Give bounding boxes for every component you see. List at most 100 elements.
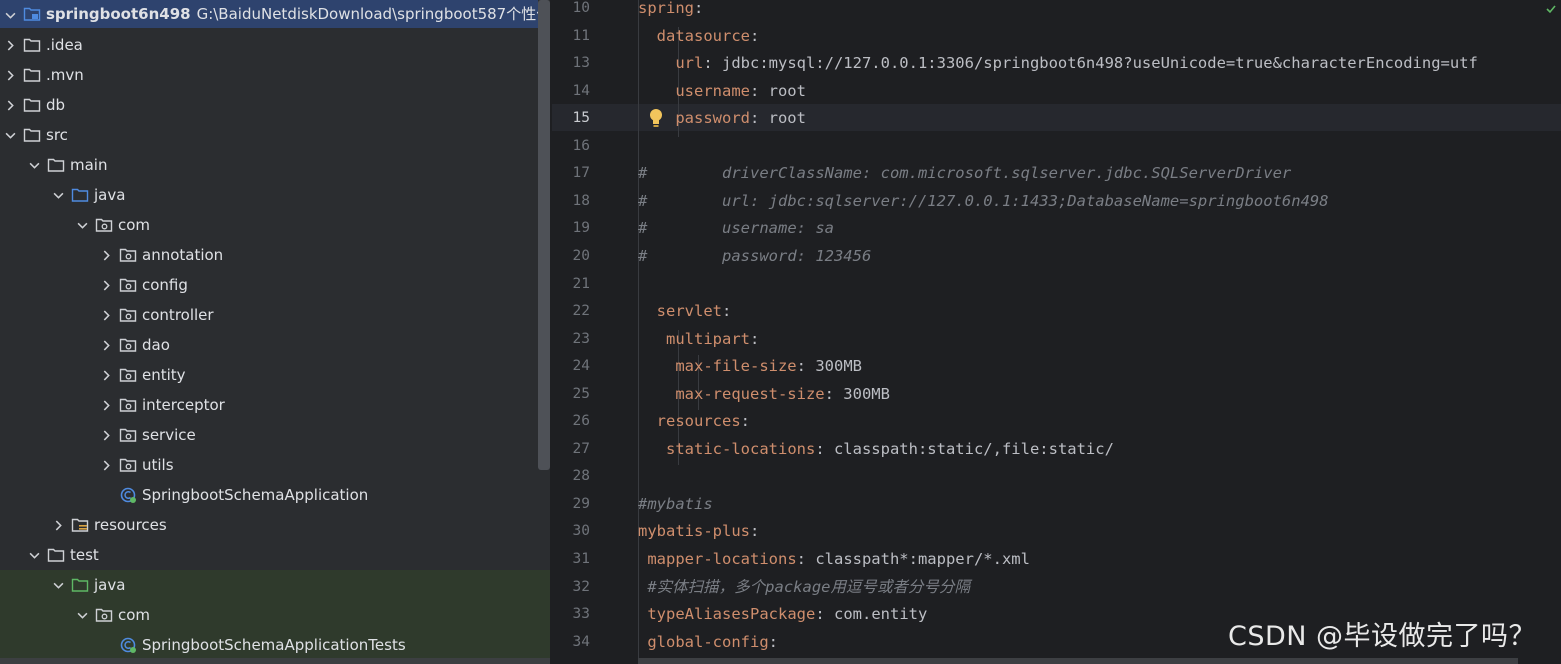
folder-icon: [23, 67, 41, 83]
check-icon[interactable]: [1545, 2, 1557, 14]
tree-item-resources[interactable]: resources: [0, 510, 538, 540]
code-line[interactable]: max-file-size: 300MB: [638, 353, 862, 381]
project-tree[interactable]: springboot6n498 G:\BaiduNetdiskDownload\s…: [0, 0, 550, 664]
tree-item-com[interactable]: com: [0, 600, 550, 630]
tree-item-dao[interactable]: dao: [0, 330, 538, 360]
code-line[interactable]: typeAliasesPackage: com.entity: [638, 601, 927, 629]
tree-item-entity[interactable]: entity: [0, 360, 538, 390]
project-name: springboot6n498: [46, 5, 191, 23]
code-line[interactable]: # driverClassName: com.microsoft.sqlserv…: [638, 160, 1291, 188]
tree-item-java[interactable]: java: [0, 570, 550, 600]
line-number: 18: [572, 192, 590, 209]
tree-item-controller[interactable]: controller: [0, 300, 538, 330]
chevron-right-icon[interactable]: [3, 98, 17, 112]
tree-item-springbootschemaapplication[interactable]: SpringbootSchemaApplication: [0, 480, 538, 510]
package-icon: [119, 397, 137, 413]
tree-item-springbootschemaapplicationtests[interactable]: SpringbootSchemaApplicationTests: [0, 630, 550, 660]
folder-icon: [23, 37, 41, 53]
code-text: : root: [749, 81, 806, 100]
yaml-key: multipart: [666, 329, 750, 348]
tree-item-service[interactable]: service: [0, 420, 538, 450]
tree-item--mvn[interactable]: .mvn: [0, 60, 538, 90]
chevron-down-icon[interactable]: [75, 608, 89, 622]
code-line[interactable]: datasource:: [638, 23, 760, 51]
chevron-down-icon[interactable]: [3, 128, 17, 142]
chevron-down-icon[interactable]: [75, 218, 89, 232]
code-text: : 300MB: [824, 384, 890, 403]
tree-scrollbar[interactable]: [538, 0, 550, 470]
chevron-right-icon[interactable]: [99, 368, 113, 382]
code-line[interactable]: # url: jdbc:sqlserver://127.0.0.1:1433;D…: [638, 188, 1329, 216]
tree-item-interceptor[interactable]: interceptor: [0, 390, 538, 420]
code-line[interactable]: static-locations: classpath:static/,file…: [638, 436, 1114, 464]
tree-item-config[interactable]: config: [0, 270, 538, 300]
tree-item-label: config: [142, 276, 188, 294]
chevron-right-icon[interactable]: [3, 38, 17, 52]
code-line[interactable]: mybatis-plus:: [638, 518, 759, 546]
code-line[interactable]: url: jdbc:mysql://127.0.0.1:3306/springb…: [638, 50, 1478, 78]
chevron-right-icon[interactable]: [99, 308, 113, 322]
chevron-right-icon[interactable]: [99, 338, 113, 352]
chevron-right-icon[interactable]: [99, 398, 113, 412]
yaml-key: max-request-size: [675, 384, 825, 403]
code-line[interactable]: #mybatis: [638, 491, 713, 519]
chevron-down-icon[interactable]: [51, 188, 65, 202]
code-line[interactable]: spring:: [638, 0, 703, 23]
tree-item-com[interactable]: com: [0, 210, 538, 240]
code-line[interactable]: servlet:: [638, 298, 732, 326]
code-comment: #mybatis: [638, 494, 713, 513]
chevron-down-icon[interactable]: [27, 158, 41, 172]
code-line[interactable]: global-config:: [638, 629, 778, 657]
tree-item-java[interactable]: java: [0, 180, 538, 210]
csdn-watermark: CSDN @毕设做完了吗？: [1228, 621, 1537, 652]
tree-item--idea[interactable]: .idea: [0, 30, 538, 60]
code-comment: #: [638, 191, 648, 210]
tree-item-label: main: [70, 156, 108, 174]
code-line[interactable]: multipart:: [638, 326, 759, 354]
package-icon: [95, 217, 113, 233]
tree-item-annotation[interactable]: annotation: [0, 240, 538, 270]
yaml-key: resources: [656, 412, 741, 431]
tree-item-label: SpringbootSchemaApplicationTests: [142, 636, 406, 654]
tree-item-test[interactable]: test: [0, 540, 538, 570]
tree-item-label: annotation: [142, 246, 224, 264]
tree-item-utils[interactable]: utils: [0, 450, 538, 480]
code-line[interactable]: resources:: [638, 408, 750, 436]
line-number: 23: [572, 330, 590, 347]
tree-item-src[interactable]: src: [0, 120, 538, 150]
code-text: : com.entity: [815, 605, 928, 624]
tree-item-main[interactable]: main: [0, 150, 538, 180]
chevron-right-icon[interactable]: [3, 68, 17, 82]
tree-item-label: src: [46, 126, 68, 144]
chevron-down-icon[interactable]: [27, 548, 41, 562]
code-line[interactable]: # username: sa: [638, 215, 834, 243]
line-number: 17: [572, 165, 590, 182]
code-line[interactable]: max-request-size: 300MB: [638, 381, 890, 409]
code-line[interactable]: username: root: [638, 78, 806, 106]
project-path: G:\BaiduNetdiskDownload\springboot587个性化…: [196, 5, 550, 23]
chevron-right-icon[interactable]: [99, 248, 113, 262]
code-line[interactable]: #实体扫描，多个package用逗号或者分号分隔: [638, 574, 970, 602]
tree-root-project[interactable]: springboot6n498 G:\BaiduNetdiskDownload\s…: [0, 0, 550, 28]
line-number: 31: [572, 551, 590, 567]
code-line[interactable]: mapper-locations: classpath*:mapper/*.xm…: [638, 546, 1030, 574]
code-line[interactable]: # password: 123456: [638, 243, 871, 271]
yaml-key: password: [675, 109, 750, 128]
chevron-right-icon[interactable]: [51, 518, 65, 532]
line-number: 32: [572, 578, 590, 595]
code-text: :: [768, 632, 779, 651]
chevron-down-icon[interactable]: [3, 8, 17, 22]
chevron-right-icon[interactable]: [99, 278, 113, 292]
line-number: 19: [572, 220, 590, 237]
chevron-right-icon[interactable]: [99, 458, 113, 472]
code-editor[interactable]: 10 spring: 11 datasource: 13 url: jdbc:mysq…: [552, 0, 1561, 664]
lightbulb-icon[interactable]: [647, 107, 665, 129]
chevron-right-icon[interactable]: [99, 428, 113, 442]
horizontal-scrollbar[interactable]: [638, 658, 1518, 664]
tree-item-label: utils: [142, 456, 174, 474]
tree-item-db[interactable]: db: [0, 90, 538, 120]
chevron-down-icon[interactable]: [51, 578, 65, 592]
